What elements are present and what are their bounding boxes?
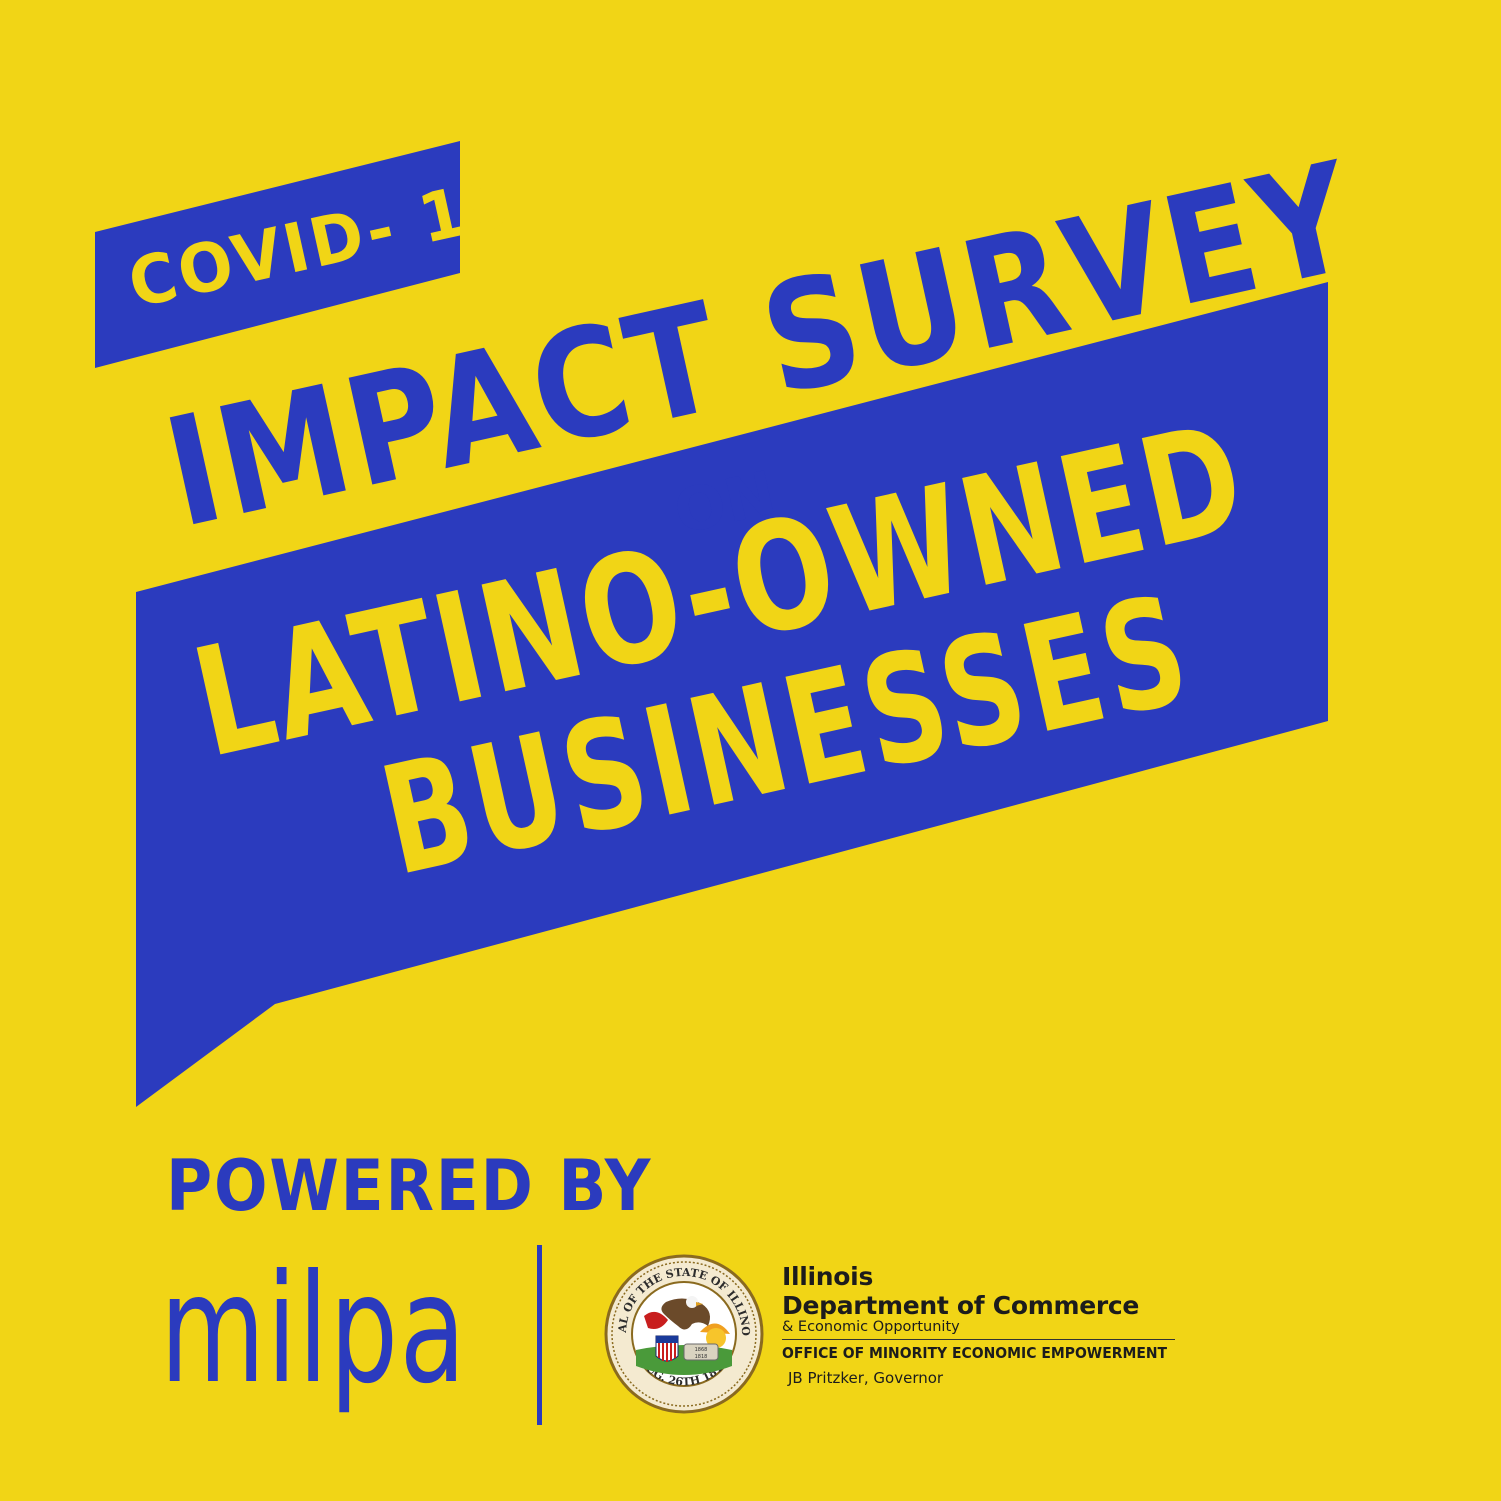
department-name: Department of Commerce xyxy=(782,1291,1140,1320)
department-office: OFFICE OF MINORITY ECONOMIC EMPOWERMENT xyxy=(782,1344,1168,1362)
department-rule xyxy=(782,1339,1175,1340)
milpa-logo: milpa xyxy=(160,1243,468,1417)
department-governor: JB Pritzker, Governor xyxy=(788,1369,944,1387)
seal-year-1818: 1818 xyxy=(695,1354,708,1360)
illinois-seal-icon: SEAL OF THE STATE OF ILLINOIS AUG. 26TH … xyxy=(604,1254,764,1414)
department-state: Illinois xyxy=(782,1262,874,1291)
department-subtitle: & Economic Opportunity xyxy=(782,1319,960,1335)
powered-by-label: POWERED BY xyxy=(166,1145,653,1227)
department-block: Illinois Department of Commerce & Econom… xyxy=(782,1262,1210,1387)
logo-divider xyxy=(537,1245,542,1425)
seal-year-1868: 1868 xyxy=(695,1347,708,1353)
